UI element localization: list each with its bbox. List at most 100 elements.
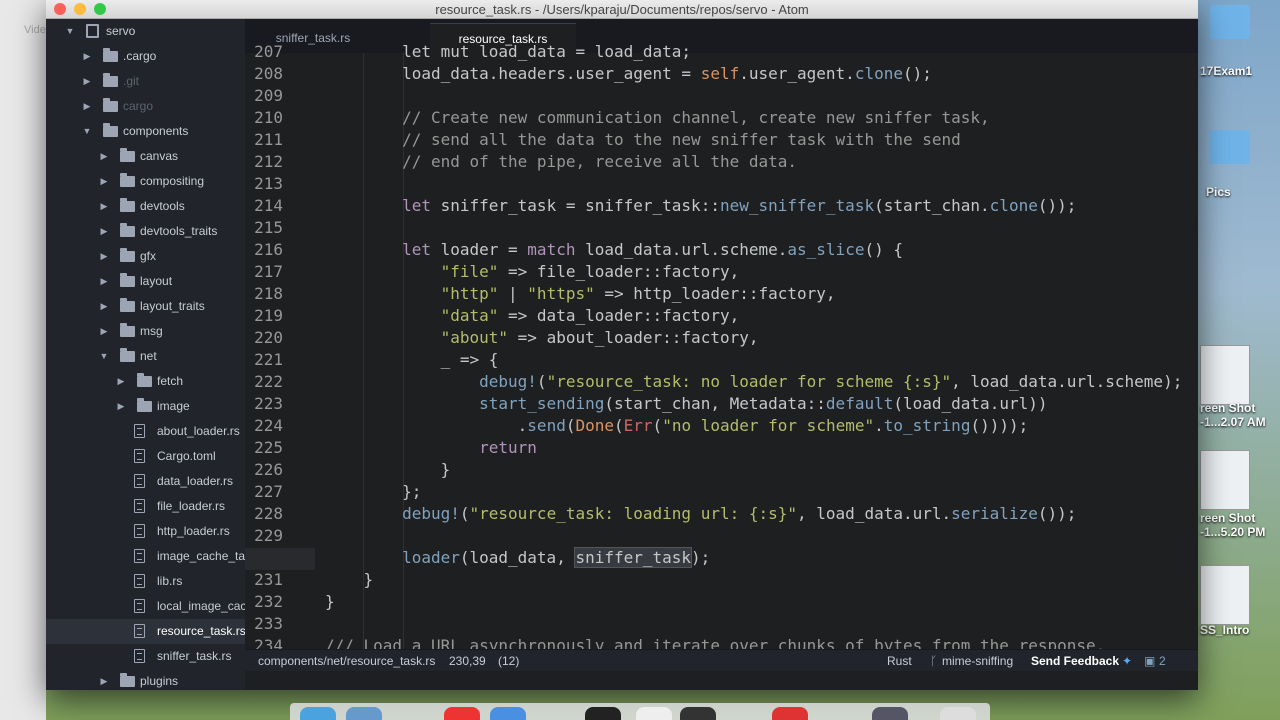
tree-folder-servo[interactable]: ▼ servo: [46, 19, 245, 44]
tree-folder-plugins[interactable]: ▶ plugins: [46, 669, 245, 690]
tree-folder-fetch[interactable]: ▶ fetch: [46, 369, 245, 394]
package-update-icon[interactable]: ▣: [1144, 650, 1155, 672]
chevron-right-icon[interactable]: ▶: [82, 44, 92, 69]
desktop-item-label[interactable]: reen Shot: [1200, 511, 1280, 525]
code-line[interactable]: let sniffer_task = sniffer_task::new_sni…: [325, 195, 1076, 217]
finder-dock-icon[interactable]: [300, 707, 336, 720]
status-file-path[interactable]: components/net/resource_task.rs: [258, 650, 435, 672]
chevron-right-icon[interactable]: ▶: [99, 219, 109, 244]
minimize-window-button[interactable]: [74, 3, 86, 15]
chevron-right-icon[interactable]: ▶: [99, 244, 109, 269]
code-line[interactable]: "data" => data_loader::factory,: [325, 305, 740, 327]
tree-file-file-loader-rs[interactable]: file_loader.rs: [46, 494, 245, 519]
code-line[interactable]: debug!("resource_task: loading url: {:s}…: [325, 503, 1076, 525]
chevron-right-icon[interactable]: ▶: [99, 294, 109, 319]
code-line[interactable]: loader(load_data, sniffer_task);: [325, 547, 710, 569]
chevron-down-icon[interactable]: ▼: [99, 344, 109, 369]
desktop-item-label[interactable]: reen Shot: [1200, 401, 1280, 415]
code-line[interactable]: };: [325, 481, 421, 503]
tree-file-about-loader-rs[interactable]: about_loader.rs: [46, 419, 245, 444]
code-line[interactable]: let loader = match load_data.url.scheme.…: [325, 239, 903, 261]
chevron-right-icon[interactable]: ▶: [116, 369, 126, 394]
code-line[interactable]: debug!("resource_task: no loader for sch…: [325, 371, 1182, 393]
tree-folder--cargo[interactable]: ▶ .cargo: [46, 44, 245, 69]
app-dock-icon[interactable]: [636, 707, 672, 720]
chevron-right-icon[interactable]: ▶: [99, 169, 109, 194]
chevron-right-icon[interactable]: ▶: [99, 319, 109, 344]
tree-folder-msg[interactable]: ▶ msg: [46, 319, 245, 344]
desktop-item-label[interactable]: SS_Intro: [1200, 623, 1280, 637]
tree-file-cargo-toml[interactable]: Cargo.toml: [46, 444, 245, 469]
app-dock-icon[interactable]: [444, 707, 480, 720]
chevron-right-icon[interactable]: ▶: [116, 394, 126, 419]
status-branch[interactable]: mime-sniffing: [942, 650, 1013, 672]
tree-folder-devtools[interactable]: ▶ devtools: [46, 194, 245, 219]
status-grammar[interactable]: Rust: [887, 650, 912, 672]
chevron-right-icon[interactable]: ▶: [99, 194, 109, 219]
chevron-down-icon[interactable]: ▼: [82, 119, 92, 144]
screenshot-thumbnail-icon[interactable]: [1200, 345, 1250, 405]
code-line[interactable]: }: [325, 591, 335, 613]
code-line[interactable]: // end of the pipe, receive all the data…: [325, 151, 797, 173]
code-line[interactable]: }: [325, 569, 374, 591]
twitter-bird-icon[interactable]: ✦: [1122, 650, 1132, 672]
chevron-down-icon[interactable]: ▼: [65, 19, 75, 44]
code-line[interactable]: // send all the data to the new sniffer …: [325, 129, 961, 151]
app-dock-icon[interactable]: [490, 707, 526, 720]
status-cursor-position[interactable]: 230,39: [449, 650, 486, 672]
app-dock-icon[interactable]: [680, 707, 716, 720]
tree-file-data-loader-rs[interactable]: data_loader.rs: [46, 469, 245, 494]
desktop-folder-icon[interactable]: [1210, 130, 1250, 164]
code-line[interactable]: .send(Done(Err("no loader for scheme".to…: [325, 415, 1029, 437]
chevron-right-icon[interactable]: ▶: [82, 94, 92, 119]
document-thumbnail-icon[interactable]: [1200, 565, 1250, 625]
code-line[interactable]: start_sending(start_chan, Metadata::defa…: [325, 393, 1047, 415]
chevron-right-icon[interactable]: ▶: [99, 269, 109, 294]
tree-folder-layout-traits[interactable]: ▶ layout_traits: [46, 294, 245, 319]
desktop-item-label[interactable]: 17Exam1: [1200, 64, 1280, 78]
tree-folder-net[interactable]: ▼ net: [46, 344, 245, 369]
tree-folder-gfx[interactable]: ▶ gfx: [46, 244, 245, 269]
screenshot-thumbnail-icon[interactable]: [1200, 450, 1250, 510]
zoom-window-button[interactable]: [94, 3, 106, 15]
tree-file-resource-task-rs[interactable]: resource_task.rs: [46, 619, 245, 644]
close-window-button[interactable]: [54, 3, 66, 15]
package-update-count[interactable]: 2: [1159, 650, 1166, 672]
app-dock-icon[interactable]: [772, 707, 808, 720]
tree-file-sniffer-task-rs[interactable]: sniffer_task.rs: [46, 644, 245, 669]
code-line[interactable]: }: [325, 459, 451, 481]
desktop-item-label[interactable]: Pics: [1206, 185, 1280, 199]
tree-folder-layout[interactable]: ▶ layout: [46, 269, 245, 294]
tree-folder-compositing[interactable]: ▶ compositing: [46, 169, 245, 194]
app-dock-icon[interactable]: [940, 707, 976, 720]
tree-file-http-loader-rs[interactable]: http_loader.rs: [46, 519, 245, 544]
app-dock-icon[interactable]: [872, 707, 908, 720]
code-line[interactable]: load_data.headers.user_agent = self.user…: [325, 63, 932, 85]
tree-folder-components[interactable]: ▼ components: [46, 119, 245, 144]
tree-file-image-cache-task-rs[interactable]: image_cache_task.rs: [46, 544, 245, 569]
title-bar[interactable]: resource_task.rs - /Users/kparaju/Docume…: [46, 0, 1198, 19]
tree-file-lib-rs[interactable]: lib.rs: [46, 569, 245, 594]
code-line[interactable]: "http" | "https" => http_loader::factory…: [325, 283, 836, 305]
tree-folder-image[interactable]: ▶ image: [46, 394, 245, 419]
code-line[interactable]: _ => {: [325, 349, 499, 371]
code-line[interactable]: "about" => about_loader::factory,: [325, 327, 759, 349]
code-line[interactable]: let mut load_data = load_data;: [325, 41, 691, 63]
tree-folder-devtools-traits[interactable]: ▶ devtools_traits: [46, 219, 245, 244]
terminal-dock-icon[interactable]: [585, 707, 621, 720]
tree-folder--git[interactable]: ▶ .git: [46, 69, 245, 94]
code-line[interactable]: // Create new communication channel, cre…: [325, 107, 990, 129]
chevron-right-icon[interactable]: ▶: [82, 69, 92, 94]
line-number-gutter[interactable]: 207 208 209 210 211 212 213 214 215 216 217 218 219 2…: [245, 42, 315, 668]
tree-file-local-image-cache-rs[interactable]: local_image_cache.rs: [46, 594, 245, 619]
tree-folder-cargo[interactable]: ▶ cargo: [46, 94, 245, 119]
code-line[interactable]: "file" => file_loader::factory,: [325, 261, 740, 283]
code-line[interactable]: return: [325, 437, 537, 459]
tree-folder-canvas[interactable]: ▶ canvas: [46, 144, 245, 169]
desktop-item-label[interactable]: -1...5.20 PM: [1200, 525, 1280, 539]
desktop-folder-icon[interactable]: [1210, 5, 1250, 39]
chevron-right-icon[interactable]: ▶: [99, 144, 109, 169]
desktop-item-label[interactable]: -1...2.07 AM: [1200, 415, 1280, 429]
chevron-right-icon[interactable]: ▶: [99, 669, 109, 690]
app-dock-icon[interactable]: [346, 707, 382, 720]
